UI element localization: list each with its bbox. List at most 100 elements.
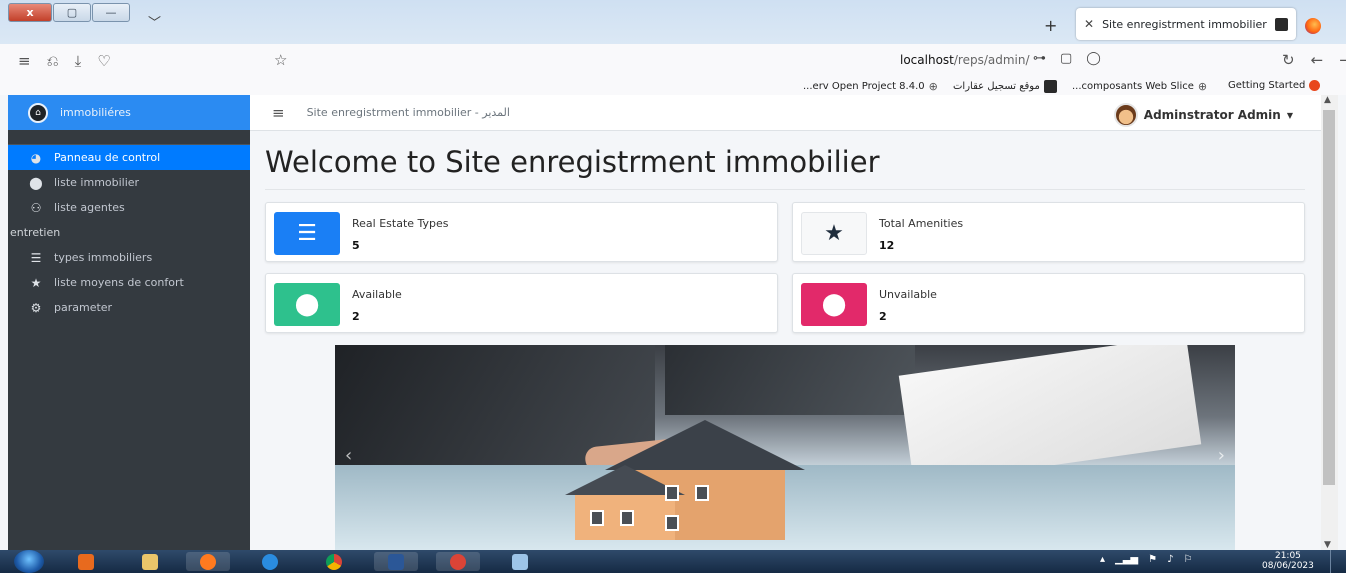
window-controls: x ▢ — [8,3,131,22]
scroll-down-icon[interactable]: ▼ [1324,540,1331,550]
download-icon[interactable]: ⤓ [75,52,82,70]
minimize-window-button[interactable]: — [92,3,130,22]
new-tab-button[interactable]: + [1044,16,1057,35]
list-icon: ☰ [274,212,340,255]
clock-time: 21:05 [1274,551,1301,561]
sidebar-item-label: liste moyens de confort [54,276,184,289]
sidebar-item-agents[interactable]: ⚇ liste agentes [8,195,250,220]
bookmark-item[interactable]: ...erv Open Project 8.4.0 ⊕ [803,80,938,93]
brand-text: immobiliéres [60,106,131,119]
stat-label: Real Estate Types [352,217,449,230]
media-player-icon[interactable] [64,552,108,571]
breadcrumb: Site enregistrment immobilier - المدير [306,106,510,119]
sidebar-item-label: types immobiliers [54,251,153,264]
stat-value: 2 [879,310,887,323]
sidebar-item-label: Panneau de control [54,151,161,164]
taskbar-clock[interactable]: 21:05 08/06/2023 [1262,551,1314,571]
address-bar-icons: ⊶ ▢ ◯ [1033,51,1101,66]
chrome-window-icon[interactable] [436,552,480,571]
action-center-icon[interactable]: ⚐ [1183,554,1192,565]
close-window-button[interactable]: x [8,3,52,22]
brand-link[interactable]: ⌂ immobiliéres [8,95,250,130]
stat-value: 5 [352,239,360,252]
carousel-prev-icon[interactable]: ‹ [345,445,352,466]
carousel-next-icon[interactable]: › [1218,445,1225,466]
shield-icon[interactable]: ◯ [1086,51,1101,66]
show-desktop-button[interactable] [1330,550,1346,573]
volume-icon[interactable]: ♪ [1167,554,1173,565]
user-menu[interactable]: Adminstrator Admin ▼ [1113,103,1293,127]
star-icon: ★ [801,212,867,255]
caret-down-icon: ▼ [1286,110,1293,120]
bookmark-item[interactable]: موقع تسجيل عقارات [953,80,1057,93]
list-icon: ☰ [30,250,42,265]
nav-buttons: ↻ ← → [1282,51,1346,69]
sidebar-item-settings[interactable]: ⚙ parameter [8,295,250,320]
network-icon[interactable]: ⚑ [1148,554,1157,565]
sidebar-item-dashboard[interactable]: ◕ Panneau de control [8,145,250,170]
show-hidden-icons-icon[interactable]: ▴ [1100,554,1105,565]
map-marker-icon: ⬤ [29,175,43,190]
stat-card-available[interactable]: ⬤ Available 2 [265,273,778,333]
stat-card-types[interactable]: ☰ Real Estate Types 5 [265,202,778,262]
firefox-taskbar-icon[interactable] [186,552,230,571]
page-title: Welcome to Site enregistrment immobilier [265,145,880,179]
bookmark-item[interactable]: Getting Started [1228,80,1321,91]
globe-icon: ⊕ [928,80,938,93]
page-icon[interactable]: ▢ [1060,51,1072,66]
list-tabs-button[interactable]: ﹀ [148,12,161,31]
map-marker-icon: ⬤ [274,283,340,326]
word-icon[interactable] [374,552,418,571]
map-marker-icon: ⬤ [801,283,867,326]
menu-icon[interactable]: ≡ [18,52,31,70]
start-button[interactable] [14,550,44,573]
clock-date: 08/06/2023 [1262,561,1314,571]
address-bar[interactable]: localhost/reps/admin/ [900,53,1030,67]
stat-label: Total Amenities [879,217,964,230]
stat-card-unavailable[interactable]: ⬤ Unvailable 2 [792,273,1305,333]
sidebar-item-label: parameter [54,301,113,314]
scroll-up-icon[interactable]: ▲ [1324,95,1331,105]
sidebar-item-label: liste agentes [54,201,125,214]
dashboard-icon: ◕ [30,150,42,165]
reload-icon[interactable]: ↻ [1282,51,1295,69]
bookmark-star-icon[interactable]: ☆ [274,51,287,69]
signal-icon[interactable]: ▁▃▅ [1115,554,1138,565]
sidebar-item-amenities[interactable]: ★ liste moyens de confort [8,270,250,295]
pocket-icon[interactable]: ♡ [97,52,110,70]
browser-tabstrip: x ▢ — ﹀ + ✕ Site enregistrment immobilie… [0,0,1346,44]
hamburger-menu-icon[interactable]: ≡ [272,104,285,122]
chrome-icon[interactable] [312,552,356,571]
sidebar-item-properties[interactable]: ⬤ liste immobilier [8,170,250,195]
extensions-icon[interactable]: ⎌ [47,52,59,70]
sidebar-item-types[interactable]: ☰ types immobiliers [8,245,250,270]
firefox-icon [1309,80,1321,91]
site-favicon-icon [1043,80,1057,93]
sidebar: ⌂ immobiliéres ◕ Panneau de control ⬤ li… [8,95,250,550]
key-icon[interactable]: ⊶ [1033,51,1046,66]
close-tab-icon[interactable]: ✕ [1084,17,1094,31]
internet-explorer-icon[interactable] [248,552,292,571]
sidebar-section-header: entretien [10,226,61,239]
maximize-window-button[interactable]: ▢ [53,3,91,22]
paint-icon[interactable] [498,552,542,571]
stat-label: Unvailable [879,288,937,301]
bookmark-item[interactable]: ...composants Web Slice ⊕ [1072,80,1207,93]
windows-taskbar: ▴ ▁▃▅ ⚑ ♪ ⚐ 21:05 08/06/2023 [0,550,1346,573]
tab-title: Site enregistrment immobilier [1102,17,1267,31]
bookmarks-bar: Getting Started ...composants Web Slice ⊕… [0,77,1346,95]
back-icon[interactable]: ← [1311,51,1324,69]
file-explorer-icon[interactable] [128,552,172,571]
browser-tab[interactable]: ✕ Site enregistrment immobilier [1076,8,1296,40]
hero-carousel-image: ‹ › [335,345,1235,550]
page-scrollbar[interactable]: ▲ ▼ [1321,95,1338,550]
brand-logo-icon: ⌂ [28,102,48,123]
divider [265,189,1305,190]
divider [8,130,250,145]
users-icon: ⚇ [30,200,42,215]
toolbar-left: ≡ ⎌ ⤓ ♡ [18,52,111,70]
forward-icon[interactable]: → [1339,51,1346,69]
stat-card-amenities[interactable]: ★ Total Amenities 12 [792,202,1305,262]
scroll-thumb[interactable] [1323,110,1335,485]
stat-value: 12 [879,239,895,252]
